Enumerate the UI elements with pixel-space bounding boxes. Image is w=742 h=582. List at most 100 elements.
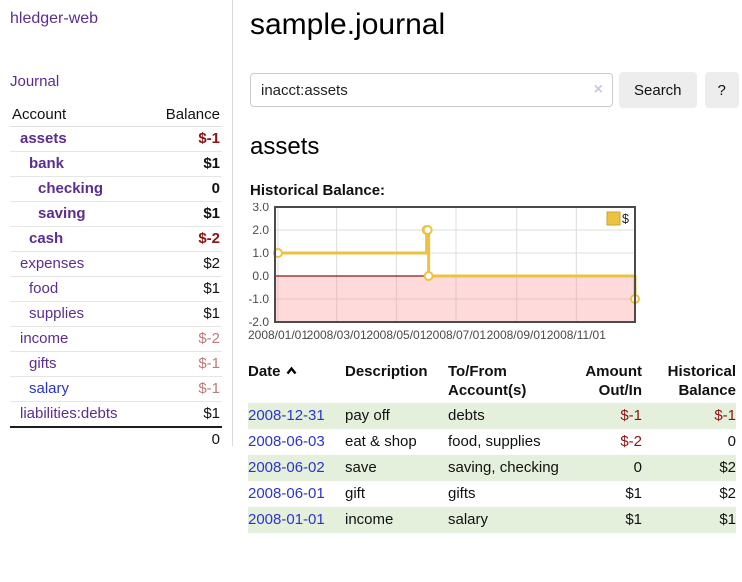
account-link[interactable]: saving	[38, 205, 86, 222]
sidebar-item-journal[interactable]: Journal	[10, 73, 222, 90]
register-cell-balance: $2	[642, 455, 736, 481]
account-balance: 0	[148, 177, 222, 202]
account-link[interactable]: income	[20, 330, 68, 347]
register-cell-amount: 0	[560, 455, 642, 481]
register-cell-accounts: food, supplies	[448, 429, 560, 455]
svg-text:2008/11/01: 2008/11/01	[547, 328, 606, 342]
register-header-description[interactable]: Description	[345, 359, 448, 403]
register-cell-date: 2008-01-01	[248, 507, 345, 533]
account-balance: $-1	[148, 127, 222, 152]
svg-text:1.0: 1.0	[252, 246, 269, 260]
main-content: sample.journal × Search ? assets Histori…	[248, 0, 742, 533]
sidebar: hledger-web Journal Account Balance asse…	[0, 0, 233, 446]
transaction-date-link[interactable]: 2008-06-02	[248, 459, 325, 476]
account-link[interactable]: expenses	[20, 255, 84, 272]
app-brand-link[interactable]: hledger-web	[10, 10, 222, 28]
account-link[interactable]: gifts	[29, 355, 57, 372]
register-cell-amount: $1	[560, 507, 642, 533]
transaction-date-link[interactable]: 2008-01-01	[248, 511, 325, 528]
account-link[interactable]: checking	[38, 180, 103, 197]
svg-text:2008/03/01: 2008/03/01	[307, 328, 367, 342]
register-cell-date: 2008-06-02	[248, 455, 345, 481]
search-box: ×	[250, 73, 613, 107]
search-input[interactable]	[250, 73, 613, 107]
register-cell-accounts: saving, checking	[448, 455, 560, 481]
clear-search-icon[interactable]: ×	[594, 80, 603, 100]
svg-text:2.0: 2.0	[252, 223, 269, 237]
register-cell-date: 2008-06-01	[248, 481, 345, 507]
register-cell-balance: 0	[642, 429, 736, 455]
register-cell-accounts: salary	[448, 507, 560, 533]
register-row[interactable]: 2008-06-02 savesaving, checking0$2	[248, 455, 736, 481]
account-link[interactable]: food	[29, 280, 58, 297]
account-balance: $-1	[148, 377, 222, 402]
account-link[interactable]: salary	[29, 380, 69, 397]
account-link[interactable]: assets	[20, 130, 67, 147]
account-balance: $-2	[148, 327, 222, 352]
register-header-balance[interactable]: HistoricalBalance	[642, 359, 736, 403]
accounts-total-row: 0	[10, 427, 222, 452]
chart-title: Historical Balance:	[250, 182, 742, 199]
register-header-date[interactable]: Date	[248, 359, 345, 403]
register-cell-accounts: gifts	[448, 481, 560, 507]
register-header-row: Date Description To/FromAccount(s) Amoun…	[248, 359, 736, 403]
transaction-date-link[interactable]: 2008-06-03	[248, 433, 325, 450]
account-row: expenses$2	[10, 252, 222, 277]
svg-text:$: $	[622, 212, 629, 226]
account-row: gifts $-1	[10, 352, 222, 377]
account-row: salary $-1	[10, 377, 222, 402]
register-header-amount[interactable]: AmountOut/In	[560, 359, 642, 403]
register-row[interactable]: 2008-06-03 eat & shopfood, supplies$-20	[248, 429, 736, 455]
account-link[interactable]: supplies	[29, 305, 84, 322]
register-cell-description: pay off	[345, 403, 448, 429]
register-cell-date: 2008-12-31	[248, 403, 345, 429]
svg-text:0.0: 0.0	[252, 269, 269, 283]
register-cell-balance: $1	[642, 507, 736, 533]
register-cell-description: save	[345, 455, 448, 481]
svg-text:2008/01/01: 2008/01/01	[248, 328, 308, 342]
svg-text:-2.0: -2.0	[248, 315, 269, 329]
register-cell-amount: $1	[560, 481, 642, 507]
account-row: assets $-1	[10, 127, 222, 152]
help-button[interactable]: ?	[705, 72, 739, 108]
register-cell-balance: $-1	[642, 403, 736, 429]
account-balance: $1	[148, 202, 222, 227]
accounts-table: Account Balance assets $-1 bank $1 checking 0…	[10, 103, 222, 452]
register-row[interactable]: 2008-01-01incomesalary$1$1	[248, 507, 736, 533]
transaction-date-link[interactable]: 2008-06-01	[248, 485, 325, 502]
svg-text:3.0: 3.0	[252, 203, 269, 214]
register-header-accounts[interactable]: To/FromAccount(s)	[448, 359, 560, 403]
accounts-total-value: 0	[148, 427, 222, 452]
page-title: sample.journal	[250, 8, 742, 42]
account-balance: $-1	[148, 352, 222, 377]
account-balance: $1	[148, 277, 222, 302]
register-cell-description: eat & shop	[345, 429, 448, 455]
svg-text:-1.0: -1.0	[248, 292, 269, 306]
search-button[interactable]: Search	[619, 72, 697, 108]
account-row: income $-2	[10, 327, 222, 352]
account-row: checking 0	[10, 177, 222, 202]
account-balance: $1	[148, 302, 222, 327]
register-cell-date: 2008-06-03	[248, 429, 345, 455]
search-form: × Search ?	[250, 72, 742, 108]
account-link[interactable]: cash	[29, 230, 63, 247]
account-link[interactable]: bank	[29, 155, 64, 172]
register-cell-description: gift	[345, 481, 448, 507]
account-balance: $1	[148, 152, 222, 177]
account-balance: $1	[148, 402, 222, 428]
accounts-header-account: Account	[10, 103, 148, 127]
svg-text:2008/07/01: 2008/07/01	[426, 328, 486, 342]
account-row: liabilities:debts $1	[10, 402, 222, 428]
historical-balance-chart[interactable]: $3.0 2.0 1.0 0.0 -1.0 -2.02008/01/012008/03/0…	[243, 203, 742, 345]
register-cell-amount: $-2	[560, 429, 642, 455]
register-row[interactable]: 2008-12-31pay offdebts$-1$-1	[248, 403, 736, 429]
register-row[interactable]: 2008-06-01giftgifts$1$2	[248, 481, 736, 507]
account-balance: $-2	[148, 227, 222, 252]
account-row: cash $-2	[10, 227, 222, 252]
accounts-header-balance: Balance	[148, 103, 222, 127]
register-cell-amount: $-1	[560, 403, 642, 429]
transaction-date-link[interactable]: 2008-12-31	[248, 407, 325, 424]
register-cell-description: income	[345, 507, 448, 533]
account-row: saving $1	[10, 202, 222, 227]
account-link[interactable]: liabilities:debts	[20, 405, 118, 422]
